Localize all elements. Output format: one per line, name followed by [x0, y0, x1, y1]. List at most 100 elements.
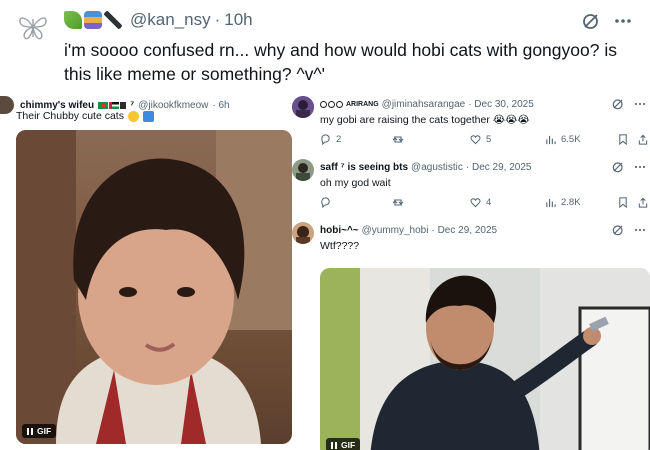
reply-2-avatar[interactable] — [292, 159, 314, 181]
herb-emoji-icon — [64, 11, 82, 29]
reply-3[interactable]: hobi~^~ @yummy_hobi · Dec 29, 2025 Wtf??… — [292, 222, 650, 450]
more-options-icon[interactable] — [614, 12, 632, 30]
left-gif-image — [16, 130, 292, 444]
like-button[interactable]: 5 — [470, 134, 491, 145]
reply-2-name[interactable]: saff ⁷ is seeing bts — [320, 162, 408, 173]
reply-button[interactable]: 2 — [320, 134, 341, 145]
left-card-avatar[interactable] — [0, 96, 14, 114]
reply-1-time[interactable]: · Dec 30, 2025 — [468, 99, 534, 110]
reply-3-name[interactable]: hobi~^~ — [320, 225, 359, 236]
grok-icon[interactable] — [612, 161, 624, 173]
main-handle[interactable]: @kan_nsy — [130, 10, 211, 30]
reply-1-replies: 2 — [336, 134, 342, 145]
reply-3-gif[interactable]: GIF — [320, 268, 650, 450]
repost-icon — [392, 136, 404, 143]
bookmark-icon[interactable] — [618, 197, 628, 208]
main-tweet-header: @kan_nsy · 10h — [64, 10, 253, 30]
reply-2[interactable]: saff ⁷ is seeing bts @agustistic · Dec 2… — [292, 159, 650, 219]
reply-1-tools — [612, 98, 646, 110]
pen-emoji-icon — [104, 11, 122, 29]
reply-3-avatar[interactable] — [292, 222, 314, 244]
reply-2-likes: 4 — [486, 197, 492, 208]
repost-button[interactable] — [392, 197, 409, 208]
arrows-emoji-icon — [142, 110, 154, 122]
reply-3-avatar-image — [292, 222, 314, 244]
bookmark-icon[interactable] — [618, 134, 628, 145]
more-options-icon[interactable] — [634, 161, 646, 173]
heart-icon — [470, 135, 481, 145]
pause-icon — [27, 427, 33, 435]
emoji-icons — [64, 11, 122, 29]
main-dot: · — [214, 10, 221, 29]
left-card-handle[interactable]: @jikookfkmeow — [138, 100, 208, 111]
reply-1[interactable]: ARIRANG @jiminahsarangae · Dec 30, 2025 … — [292, 96, 650, 156]
views-icon — [546, 198, 556, 208]
smile-emoji-icon — [127, 110, 139, 122]
reply-2-metrics: 4 2.8K — [320, 197, 648, 211]
views-button[interactable]: 2.8K — [545, 197, 581, 208]
reply-2-avatar-image — [292, 159, 314, 181]
left-card-text: Their Chubby cute cats — [16, 110, 124, 122]
repost-icon — [392, 199, 404, 206]
share-icon[interactable] — [638, 197, 648, 208]
reply-2-header: saff ⁷ is seeing bts @agustistic · Dec 2… — [320, 162, 532, 173]
reply-1-avatar-image — [292, 96, 314, 118]
quoted-tweet-left[interactable]: chimmy's wifeu ⁷ @jikookfkmeow · 6h Thei… — [0, 92, 292, 450]
reply-3-text: Wtf???? — [320, 240, 360, 252]
reply-1-extra — [618, 134, 648, 145]
reply-3-tools — [612, 224, 646, 236]
reply-3-header: hobi~^~ @yummy_hobi · Dec 29, 2025 — [320, 225, 497, 236]
reply-icon — [321, 134, 330, 145]
main-avatar[interactable] — [16, 10, 50, 44]
like-button[interactable]: 4 — [470, 197, 491, 208]
reply-1-emoji: 😭😭😭 — [492, 114, 530, 126]
reply-1-name[interactable]: ARIRANG — [346, 101, 379, 108]
share-icon[interactable] — [638, 134, 648, 145]
grok-icon[interactable] — [582, 12, 600, 30]
reply-1-avatar[interactable] — [292, 96, 314, 118]
reply-2-text-row: oh my god wait — [320, 177, 391, 189]
views-button[interactable]: 6.5K — [545, 134, 581, 145]
left-card-badges: ⁷ — [130, 99, 135, 111]
left-card-text-row: Their Chubby cute cats — [16, 110, 154, 122]
main-time[interactable]: 10h — [224, 10, 252, 30]
reply-1-likes: 5 — [486, 134, 492, 145]
reply-1-text: my gobi are raising the cats together — [320, 114, 490, 126]
more-options-icon[interactable] — [634, 98, 646, 110]
reply-1-handle[interactable]: @jiminahsarangae — [382, 99, 466, 110]
views-icon — [546, 135, 556, 145]
reply-1-purple-icons — [320, 101, 343, 108]
reply-1-text-row: my gobi are raising the cats together 😭😭… — [320, 114, 530, 126]
left-gif-label: GIF — [37, 426, 52, 436]
repost-button[interactable] — [392, 134, 409, 145]
reply-3-gif-label: GIF — [341, 440, 356, 450]
reply-2-tools — [612, 161, 646, 173]
reply-2-handle[interactable]: @agustistic — [411, 162, 463, 173]
main-tweet-text: i'm soooo confused rn... why and how wou… — [64, 40, 617, 84]
butterfly-logo-icon — [19, 17, 47, 40]
reply-1-views: 6.5K — [561, 134, 581, 145]
reply-icon — [321, 197, 330, 208]
reply-3-text-row: Wtf???? — [320, 240, 359, 252]
left-card-gif[interactable]: GIF — [16, 130, 292, 444]
pause-icon — [331, 441, 337, 449]
left-gif-badge[interactable]: GIF — [22, 424, 57, 438]
grok-icon[interactable] — [612, 224, 624, 236]
reply-2-text: oh my god wait — [320, 177, 391, 189]
main-tweet-actions — [582, 12, 632, 30]
reply-button[interactable] — [320, 197, 336, 208]
left-card-time[interactable]: · 6h — [212, 100, 229, 111]
reply-3-handle[interactable]: @yummy_hobi — [362, 225, 429, 236]
reply-2-time[interactable]: · Dec 29, 2025 — [466, 162, 532, 173]
reply-2-extra — [618, 197, 648, 208]
reply-3-time[interactable]: · Dec 29, 2025 — [431, 225, 497, 236]
left-card-name[interactable]: chimmy's wifeu — [20, 100, 94, 111]
reply-1-metrics: 2 5 6.5K — [320, 134, 648, 148]
heart-icon — [470, 198, 481, 208]
grok-icon[interactable] — [612, 98, 624, 110]
reply-3-gif-image — [320, 268, 650, 450]
reply-3-gif-badge[interactable]: GIF — [326, 438, 361, 450]
flag-badges-icon — [98, 101, 127, 109]
books-emoji-icon — [84, 11, 102, 29]
more-options-icon[interactable] — [634, 224, 646, 236]
